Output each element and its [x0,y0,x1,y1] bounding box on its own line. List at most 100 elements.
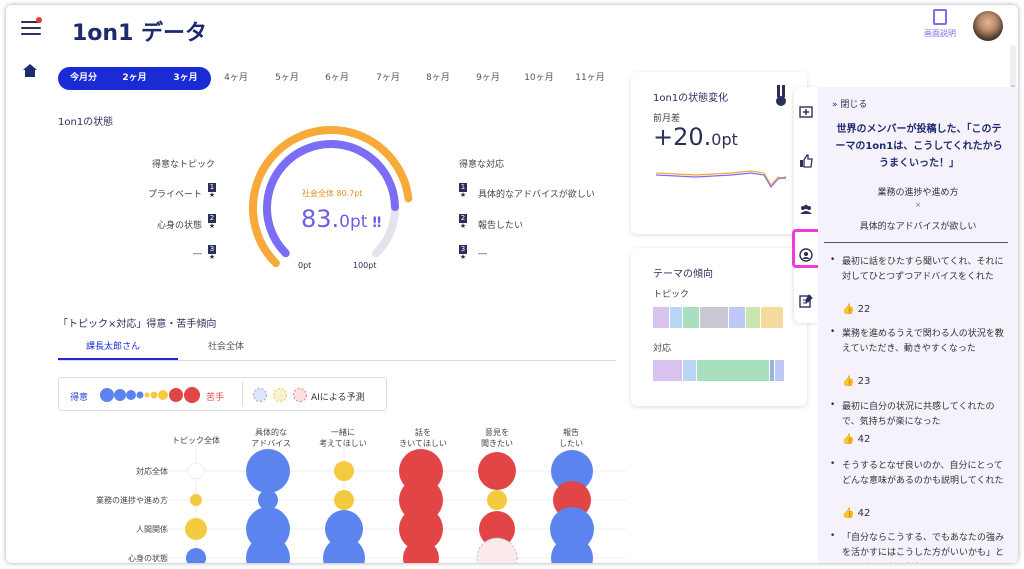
side-tab-strip [794,87,818,323]
topic-segment [746,307,760,328]
topic-segment [683,307,699,328]
period-tab-4m[interactable]: 4ヶ月 [218,67,254,90]
thumbs-up-icon: 👍 [842,434,855,445]
notification-dot [36,17,42,23]
avatar[interactable] [973,11,1003,41]
tab-society[interactable]: 社会全体 [208,339,244,352]
matrix-bubble [187,462,205,480]
period-tab-3m[interactable]: 3ヶ月 [160,67,211,90]
good-response-3: ― [478,249,487,259]
panel-cross: × [915,201,921,209]
good-topics-label: 得意なトピック [152,160,216,170]
menu-icon[interactable] [21,21,41,35]
matrix-bubble [185,518,207,540]
matrix-bubble [190,494,202,506]
response-segment [770,360,775,381]
good-responses-label: 得意な対応 [459,160,505,170]
help-button[interactable]: 画面説明 [918,9,962,39]
close-button[interactable]: » 閉じる [832,97,867,110]
trend-matrix [166,445,626,563]
panel-headline: 世界のメンバーが投稿した、「このテーマの1on1は、こうしてくれたからうまくいっ… [835,124,1003,169]
legend-ai-scale [253,388,307,402]
matrix-bubble [334,461,354,481]
like-button[interactable]: 👍 42 [842,508,870,519]
period-tab-11m[interactable]: 11ヶ月 [572,67,608,90]
panel-topic: 業務の進捗や進め方 [877,188,959,198]
thumbs-up-icon[interactable] [798,153,814,169]
matrix-bubble [186,548,206,563]
comments-panel: » 閉じる 世界のメンバーが投稿した、「このテーマの1on1は、こうしてくれたか… [818,87,1018,563]
topic-distribution-bar [653,307,785,328]
home-icon[interactable] [23,64,37,77]
page-title: 1on1 データ [72,21,208,46]
response-segment [697,360,770,381]
theme-topic-label: トピック [653,290,690,300]
rank-medal-icon: 2 ★ [208,214,216,230]
good-topic-1: プライベート [147,190,202,200]
legend-good-label: 得意 [70,393,89,403]
double-chevron-icon: » [832,100,838,110]
status-change-value: +20.0pt [653,123,738,151]
like-button[interactable]: 👍 22 [842,304,870,315]
topic-segment [700,307,728,328]
period-tab-2m[interactable]: 2ヶ月 [109,67,160,90]
status-title: 1on1の状態 [58,117,114,128]
matrix-bubble [478,452,516,490]
panel-response: 具体的なアドバイスが欲しい [859,222,977,232]
period-tab-6m[interactable]: 6ヶ月 [319,67,355,90]
tab-personal[interactable]: 課長太郎さん [86,339,140,352]
period-selected-range: 今月分 2ヶ月 3ヶ月 [58,67,211,90]
topic-segment [670,307,682,328]
rank-medal-icon: 1 ★ [208,183,216,199]
matrix-bubble [246,449,290,493]
thumbs-up-icon: 👍 [842,376,855,387]
edit-note-icon[interactable] [798,293,814,309]
like-button[interactable]: 👍 42 [842,434,870,445]
topic-segment [653,307,669,328]
book-icon [933,9,947,25]
group-icon[interactable] [798,201,814,217]
matrix-bubble [476,537,518,563]
legend-bad-label: 苦手 [206,393,225,403]
good-topic-2: 心身の状態 [156,221,202,231]
thumbs-up-icon: 👍 [842,304,855,315]
rank-medal-icon: 3 ★ [208,245,216,261]
society-average-label: 社会全体 80.7pt [302,189,363,198]
trend-title: 「トピック×対応」得意・苦手傾向 [58,319,217,330]
matrix-bubble [334,490,354,510]
period-tab-7m[interactable]: 7ヶ月 [370,67,406,90]
app-window: 1on1 データ 画面説明 今月分 2ヶ月 3ヶ月 4ヶ月 5ヶ月 6ヶ月 7ヶ… [6,5,1018,563]
matrix-row-header: 心身の状態 [128,554,168,563]
legend-ai-label: AIによる予測 [311,393,365,403]
topic-segment [761,307,783,328]
period-tab-9m[interactable]: 9ヶ月 [470,67,506,90]
tab-divider [58,360,616,361]
matrix-bubble [487,490,507,510]
matrix-row-header: 対応全体 [136,467,168,476]
period-tab-10m[interactable]: 10ヶ月 [521,67,557,90]
theme-title: テーマの傾向 [653,269,713,280]
ribbon-icon [776,85,786,106]
status-change-title: 1on1の状態変化 [653,93,729,104]
add-comment-icon[interactable] [798,105,814,121]
theme-response-label: 対応 [653,344,672,354]
thumbs-up-icon: 👍 [842,508,855,519]
good-response-1: 具体的なアドバイスが欲しい [478,190,595,200]
rank-medal-icon: 1 ★ [459,183,467,199]
topic-segment [729,307,745,328]
period-tab-8m[interactable]: 8ヶ月 [420,67,456,90]
rank-medal-icon: 3 ★ [459,245,467,261]
response-segment [653,360,682,381]
panel-divider [824,242,1008,243]
gauge-min-label: 0pt [298,261,312,270]
status-gauge [249,126,413,268]
good-response-2: 報告したい [478,221,524,231]
response-distribution-bar [653,360,785,381]
matrix-row-header: 業務の進捗や進め方 [96,496,168,505]
like-button[interactable]: 👍 23 [842,376,870,387]
matrix-row-header: 人間関係 [136,525,168,534]
status-score: 83.0pt ‼ [301,205,382,233]
period-tab-current[interactable]: 今月分 [58,67,109,90]
period-tab-5m[interactable]: 5ヶ月 [269,67,305,90]
response-segment [682,360,697,381]
